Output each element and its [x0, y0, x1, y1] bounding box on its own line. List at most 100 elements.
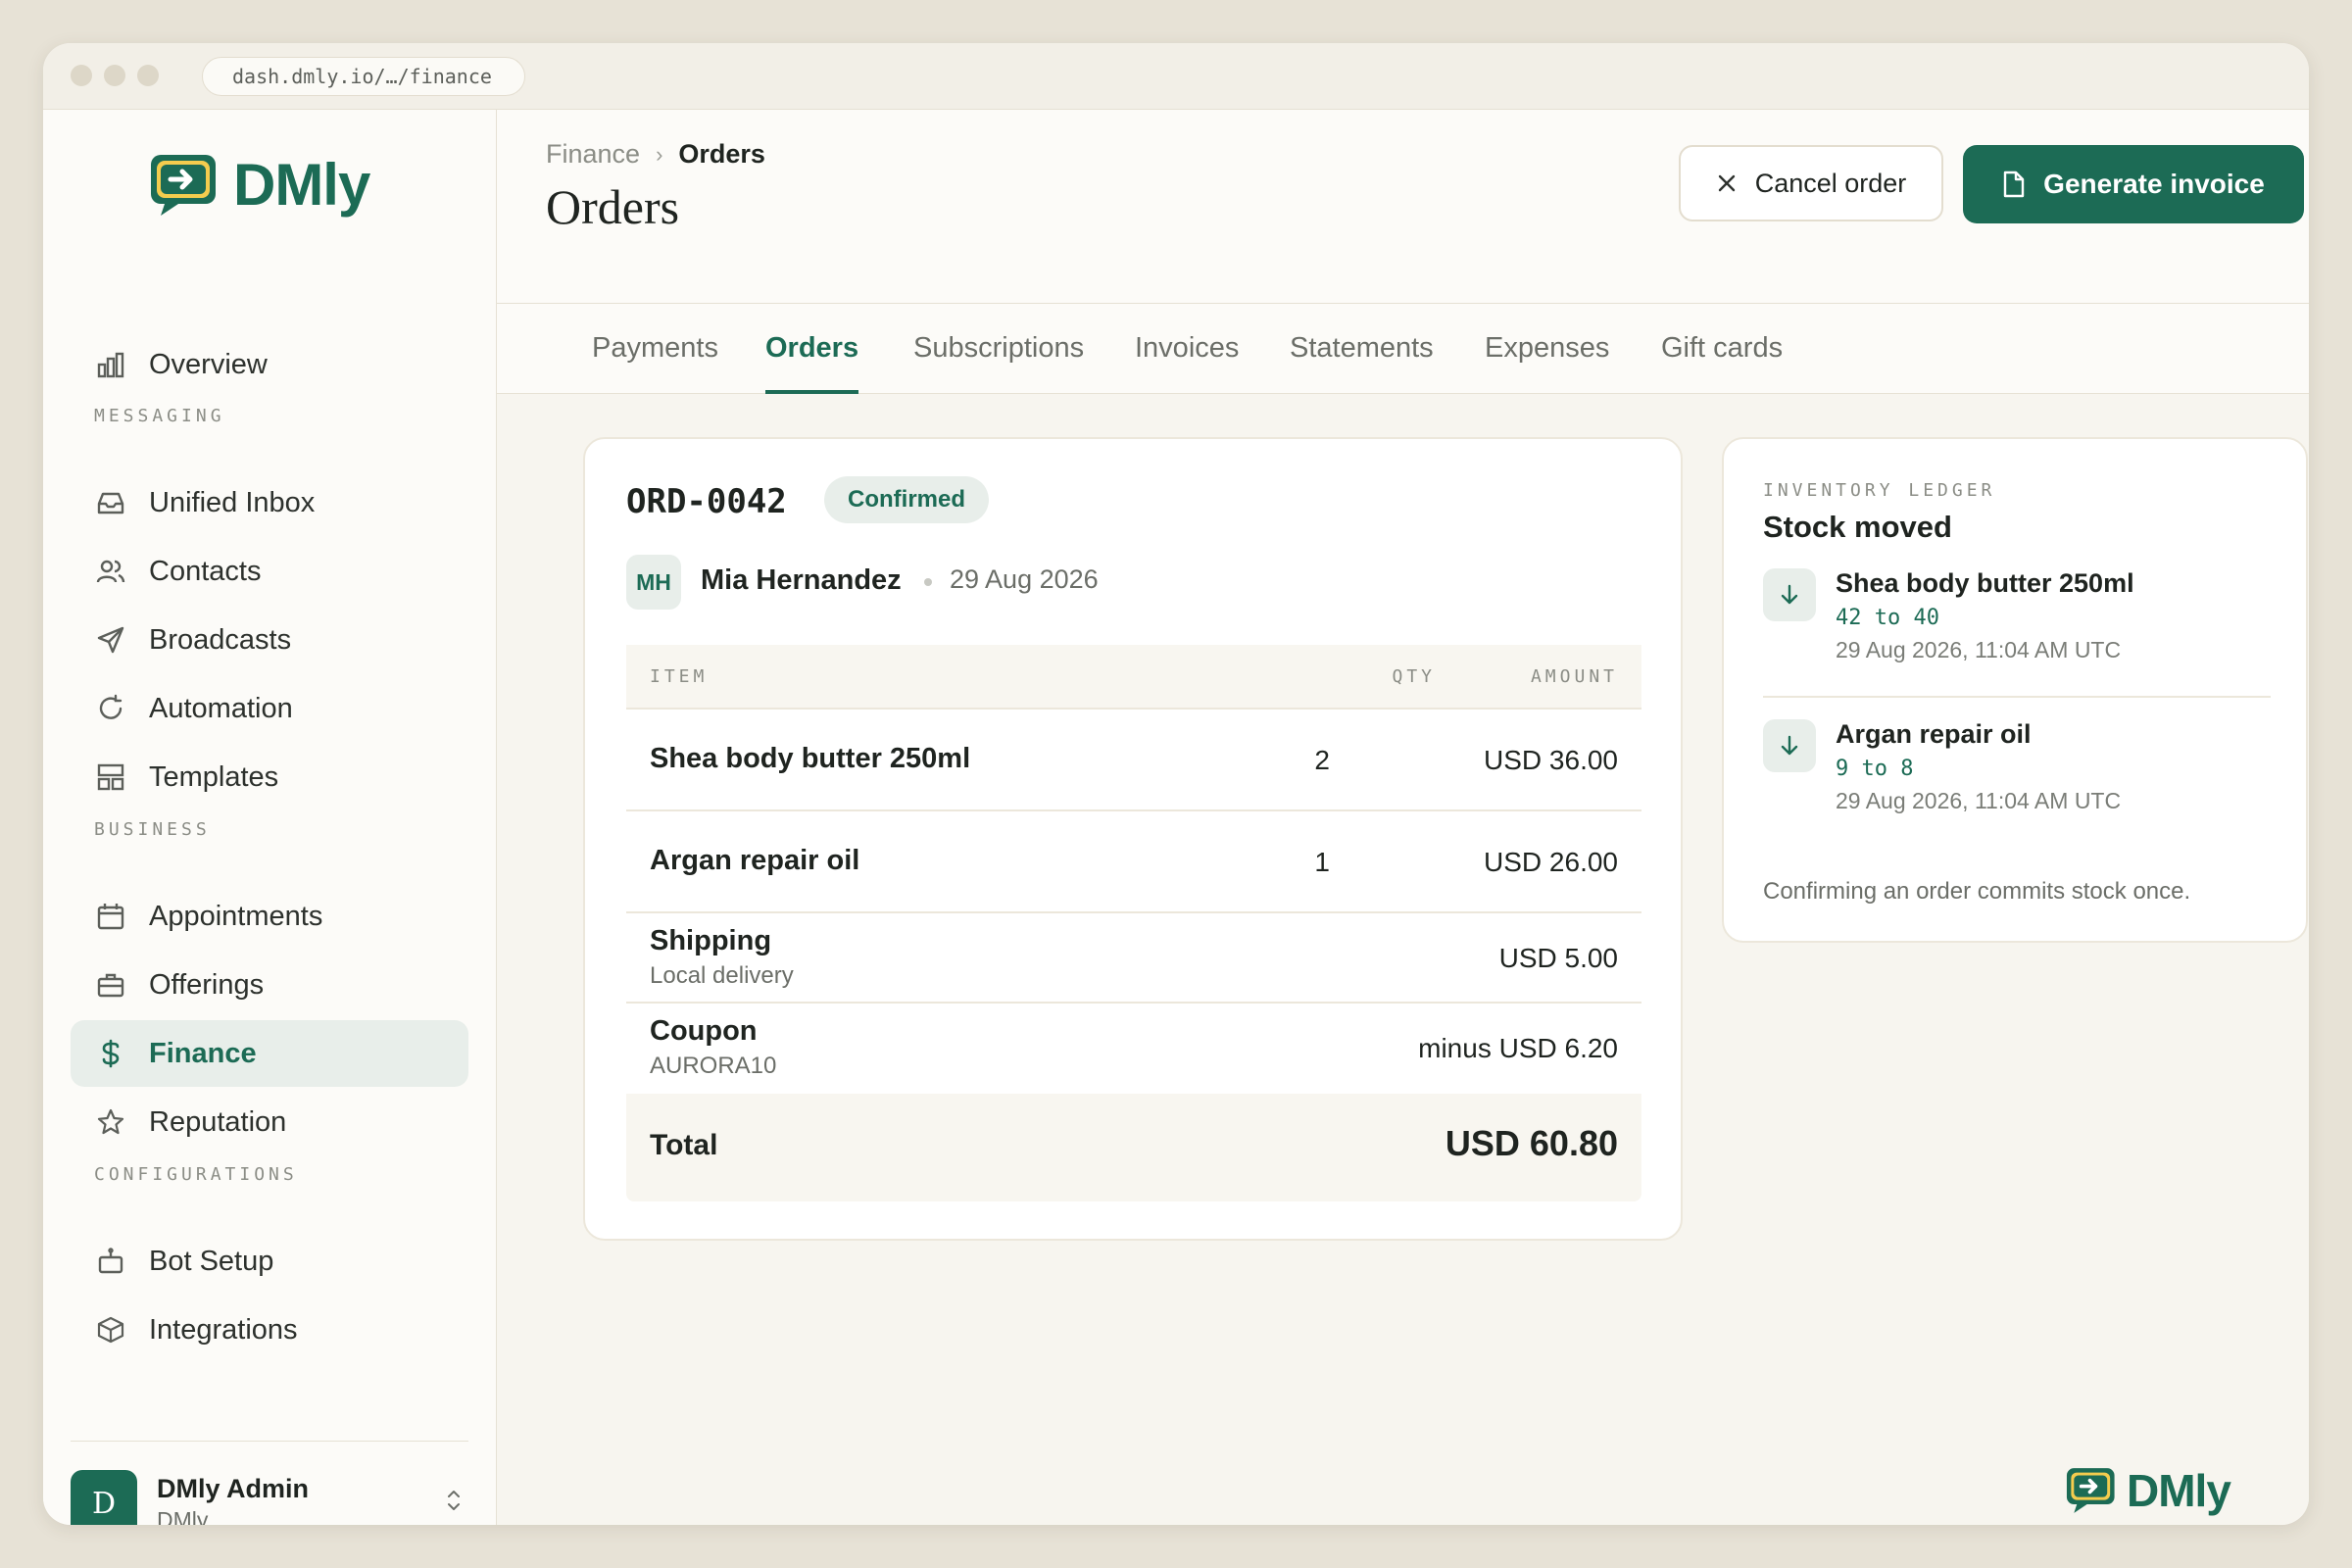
shipping-method: Local delivery [650, 962, 794, 989]
section-label-messaging: MESSAGING [94, 406, 225, 426]
sidebar-item-broadcasts[interactable]: Broadcasts [71, 607, 468, 673]
sidebar-item-label: Reputation [149, 1105, 287, 1138]
tab-statements[interactable]: Statements [1290, 304, 1434, 394]
sidebar-item-label: Finance [149, 1037, 257, 1069]
arrow-down-icon [1763, 568, 1816, 621]
sidebar-item-label: Templates [149, 760, 279, 793]
sidebar-item-label: Bot Setup [149, 1245, 274, 1277]
sidebar-item-appointments[interactable]: Appointments [71, 883, 468, 950]
tab-expenses[interactable]: Expenses [1485, 304, 1609, 394]
sidebar-item-label: Automation [149, 692, 293, 724]
close-icon [1718, 174, 1735, 192]
user-org: DMly [157, 1507, 209, 1525]
bar-chart-icon [94, 348, 127, 381]
window-minimize-dot[interactable] [104, 65, 125, 86]
page-title: Orders [546, 179, 680, 234]
sidebar-item-unified-inbox[interactable]: Unified Inbox [71, 469, 468, 536]
sidebar-item-label: Integrations [149, 1313, 298, 1346]
finance-tabs: Payments Orders Subscriptions Invoices S… [497, 304, 2309, 394]
sidebar-item-finance[interactable]: Finance [71, 1020, 468, 1087]
shipping-amount: USD 5.00 [1498, 943, 1618, 973]
order-card: ORD-0042 Confirmed MH Mia Hernandez 29 A… [583, 437, 1683, 1241]
sidebar-item-label: Unified Inbox [149, 486, 316, 518]
sidebar-item-overview[interactable]: Overview [71, 331, 468, 398]
window-close-dot[interactable] [71, 65, 92, 86]
sidebar-item-label: Appointments [149, 900, 323, 932]
generate-invoice-label: Generate invoice [2043, 169, 2265, 199]
customer-name[interactable]: Mia Hernandez [701, 564, 902, 597]
refresh-icon [94, 692, 127, 725]
order-id: ORD-0042 [626, 482, 787, 521]
sidebar-item-automation[interactable]: Automation [71, 675, 468, 742]
line-item-name: Argan repair oil [650, 845, 860, 876]
tab-invoices[interactable]: Invoices [1135, 304, 1239, 394]
templates-icon [94, 760, 127, 794]
ledger-timestamp: 29 Aug 2026, 11:04 AM UTC [1836, 788, 2122, 813]
cancel-order-label: Cancel order [1754, 168, 1907, 198]
coupon-label: Coupon [650, 1015, 758, 1047]
table-header: ITEM QTY AMOUNT [626, 645, 1642, 710]
line-item-name: Shea body butter 250ml [650, 743, 971, 774]
chat-bubble-logo-icon [151, 154, 216, 216]
cube-icon [94, 1313, 127, 1347]
star-icon [94, 1105, 127, 1139]
sidebar: DMly Overview MESSAGING Unified Inbox Co… [43, 110, 497, 1525]
breadcrumb-orders: Orders [678, 139, 765, 169]
page-header: Finance › Orders Orders Cancel order Gen… [497, 110, 2309, 304]
section-label-business: BUSINESS [94, 819, 211, 840]
browser-titlebar: dash.dmly.io/…/finance [43, 43, 2309, 110]
column-header-item: ITEM [650, 666, 709, 687]
column-header-qty: QTY [1392, 666, 1436, 687]
window-maximize-dot[interactable] [137, 65, 159, 86]
tab-orders[interactable]: Orders [765, 304, 859, 394]
sidebar-item-integrations[interactable]: Integrations [71, 1297, 468, 1363]
ledger-entry: Shea body butter 250ml 42 to 40 29 Aug 2… [1763, 568, 2271, 706]
ledger-note: Confirming an order commits stock once. [1763, 878, 2191, 905]
breadcrumb-separator-icon: › [656, 141, 663, 167]
separator-dot [924, 578, 932, 586]
coupon-code: AURORA10 [650, 1053, 777, 1079]
sidebar-item-label: Broadcasts [149, 623, 292, 656]
tab-payments[interactable]: Payments [592, 304, 718, 394]
brand-name: DMly [233, 152, 370, 218]
table-row: Shea body butter 250ml 2 USD 36.00 [626, 710, 1642, 811]
shipping-row: Shipping Local delivery USD 5.00 [626, 913, 1642, 1004]
ledger-eyebrow: INVENTORY LEDGER [1763, 480, 1996, 501]
briefcase-icon [94, 968, 127, 1002]
document-icon [2003, 171, 2025, 198]
breadcrumb-finance[interactable]: Finance [546, 139, 640, 170]
user-name: DMly Admin [157, 1474, 309, 1503]
inventory-ledger-card: INVENTORY LEDGER Stock moved Shea body b… [1722, 437, 2308, 943]
sidebar-item-reputation[interactable]: Reputation [71, 1089, 468, 1155]
tab-gift-cards[interactable]: Gift cards [1661, 304, 1783, 394]
brand-logo[interactable]: DMly [147, 151, 370, 219]
ledger-stock-change: 42 to 40 [1836, 606, 1939, 630]
main-content: Finance › Orders Orders Cancel order Gen… [497, 110, 2309, 1525]
coupon-row: Coupon AURORA10 minus USD 6.20 [626, 1004, 1642, 1094]
watermark-text: DMly [2127, 1465, 2231, 1516]
inbox-icon [94, 486, 127, 519]
coupon-amount: minus USD 6.20 [1418, 1033, 1618, 1063]
ledger-item-name: Shea body butter 250ml [1836, 568, 2134, 598]
calendar-icon [94, 900, 127, 933]
line-item-qty: 2 [1314, 745, 1330, 775]
address-bar[interactable]: dash.dmly.io/…/finance [202, 57, 525, 96]
ledger-item-name: Argan repair oil [1836, 719, 2032, 749]
section-label-configurations: CONFIGURATIONS [94, 1164, 298, 1185]
avatar[interactable]: D [71, 1470, 137, 1525]
cancel-order-button[interactable]: Cancel order [1679, 145, 1943, 221]
line-item-qty: 1 [1314, 847, 1330, 877]
ledger-divider [1763, 696, 2271, 698]
sidebar-item-templates[interactable]: Templates [71, 744, 468, 810]
sidebar-item-contacts[interactable]: Contacts [71, 538, 468, 605]
tab-subscriptions[interactable]: Subscriptions [913, 304, 1084, 394]
dollar-icon [94, 1037, 127, 1070]
users-icon [94, 555, 127, 588]
table-row: Argan repair oil 1 USD 26.00 [626, 811, 1642, 913]
chevron-up-down-icon[interactable] [445, 1486, 463, 1515]
sidebar-item-label: Overview [149, 348, 268, 380]
generate-invoice-button[interactable]: Generate invoice [1963, 145, 2304, 223]
sidebar-item-bot-setup[interactable]: Bot Setup [71, 1228, 468, 1295]
order-items-table: ITEM QTY AMOUNT Shea body butter 250ml 2… [626, 645, 1642, 1201]
sidebar-item-offerings[interactable]: Offerings [71, 952, 468, 1018]
